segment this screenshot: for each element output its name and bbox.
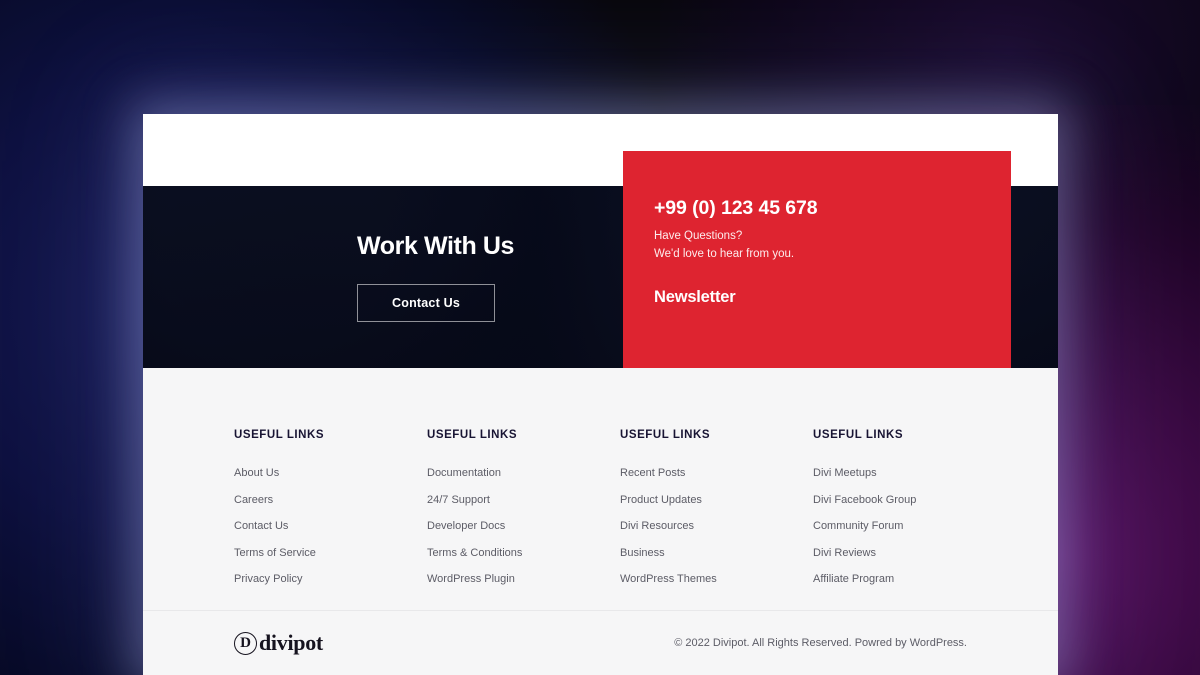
list-item: Documentation [427, 463, 620, 481]
list-item: Divi Meetups [813, 463, 1006, 481]
newsletter-heading: Newsletter [654, 288, 736, 307]
footer-column-title: USEFUL LINKS [813, 429, 904, 441]
list-item: About Us [234, 463, 427, 481]
footer-link[interactable]: Documentation [427, 467, 501, 479]
footer-link[interactable]: Contact Us [234, 520, 288, 532]
list-item: Developer Docs [427, 516, 620, 534]
footer-link[interactable]: 24/7 Support [427, 494, 490, 506]
footer-link-list: Recent Posts Product Updates Divi Resour… [620, 463, 813, 587]
contact-us-button[interactable]: Contact Us [357, 283, 495, 322]
bottom-bar-inner: D divipot © 2022 Divipot. All Rights Res… [234, 611, 967, 675]
footer-column-4: USEFUL LINKS Divi Meetups Divi Facebook … [813, 429, 1006, 596]
footer-link[interactable]: Developer Docs [427, 520, 505, 532]
footer-link[interactable]: WordPress Themes [620, 573, 717, 585]
contact-card: +99 (0) 123 45 678 Have Questions? We'd … [623, 151, 1011, 368]
footer-link-list: About Us Careers Contact Us Terms of Ser… [234, 463, 427, 587]
footer-link[interactable]: Business [620, 547, 665, 559]
footer-link[interactable]: Divi Meetups [813, 467, 877, 479]
list-item: WordPress Plugin [427, 569, 620, 587]
list-item: Terms & Conditions [427, 543, 620, 561]
list-item: Business [620, 543, 813, 561]
footer-link[interactable]: Affiliate Program [813, 573, 894, 585]
list-item: Community Forum [813, 516, 1006, 534]
website-panel: Work With Us Contact Us +99 (0) 123 45 6… [143, 114, 1058, 675]
footer-link[interactable]: Divi Reviews [813, 547, 876, 559]
list-item: Divi Facebook Group [813, 490, 1006, 508]
contact-invite-line: We'd love to hear from you. [654, 247, 795, 260]
footer-link[interactable]: Divi Facebook Group [813, 494, 916, 506]
list-item: WordPress Themes [620, 569, 813, 587]
footer-column-title: USEFUL LINKS [427, 429, 518, 441]
list-item: Product Updates [620, 490, 813, 508]
list-item: Privacy Policy [234, 569, 427, 587]
list-item: Affiliate Program [813, 569, 1006, 587]
footer-link[interactable]: Terms of Service [234, 547, 316, 559]
footer-link-list: Divi Meetups Divi Facebook Group Communi… [813, 463, 1006, 587]
footer-links-section: USEFUL LINKS About Us Careers Contact Us… [143, 368, 1058, 610]
footer-column-title: USEFUL LINKS [620, 429, 711, 441]
footer-link[interactable]: Terms & Conditions [427, 547, 522, 559]
footer-link[interactable]: Community Forum [813, 520, 903, 532]
logo-circle-d-icon: D [234, 631, 257, 655]
phone-number[interactable]: +99 (0) 123 45 678 [654, 197, 1011, 220]
footer-bottom-bar: D divipot © 2022 Divipot. All Rights Res… [143, 610, 1058, 675]
list-item: Terms of Service [234, 543, 427, 561]
footer-link[interactable]: Careers [234, 494, 273, 506]
site-logo[interactable]: D divipot [234, 630, 323, 656]
footer-link[interactable]: Recent Posts [620, 467, 685, 479]
list-item: Divi Reviews [813, 543, 1006, 561]
logo-wordmark: divipot [259, 630, 323, 655]
footer-column-3: USEFUL LINKS Recent Posts Product Update… [620, 429, 813, 596]
list-item: Divi Resources [620, 516, 813, 534]
copyright-text: © 2022 Divipot. All Rights Reserved. Pow… [674, 637, 967, 649]
footer-column-2: USEFUL LINKS Documentation 24/7 Support … [427, 429, 620, 596]
footer-link[interactable]: Product Updates [620, 494, 702, 506]
list-item: Careers [234, 490, 427, 508]
list-item: 24/7 Support [427, 490, 620, 508]
footer-column-1: USEFUL LINKS About Us Careers Contact Us… [234, 429, 427, 596]
footer-columns: USEFUL LINKS About Us Careers Contact Us… [234, 429, 1006, 596]
footer-column-title: USEFUL LINKS [234, 429, 325, 441]
footer-link[interactable]: Privacy Policy [234, 573, 302, 585]
footer-link[interactable]: About Us [234, 467, 279, 479]
footer-link[interactable]: Divi Resources [620, 520, 694, 532]
contact-question-line: Have Questions? [654, 230, 743, 242]
footer-link[interactable]: WordPress Plugin [427, 573, 515, 585]
footer-link-list: Documentation 24/7 Support Developer Doc… [427, 463, 620, 587]
list-item: Recent Posts [620, 463, 813, 481]
list-item: Contact Us [234, 516, 427, 534]
